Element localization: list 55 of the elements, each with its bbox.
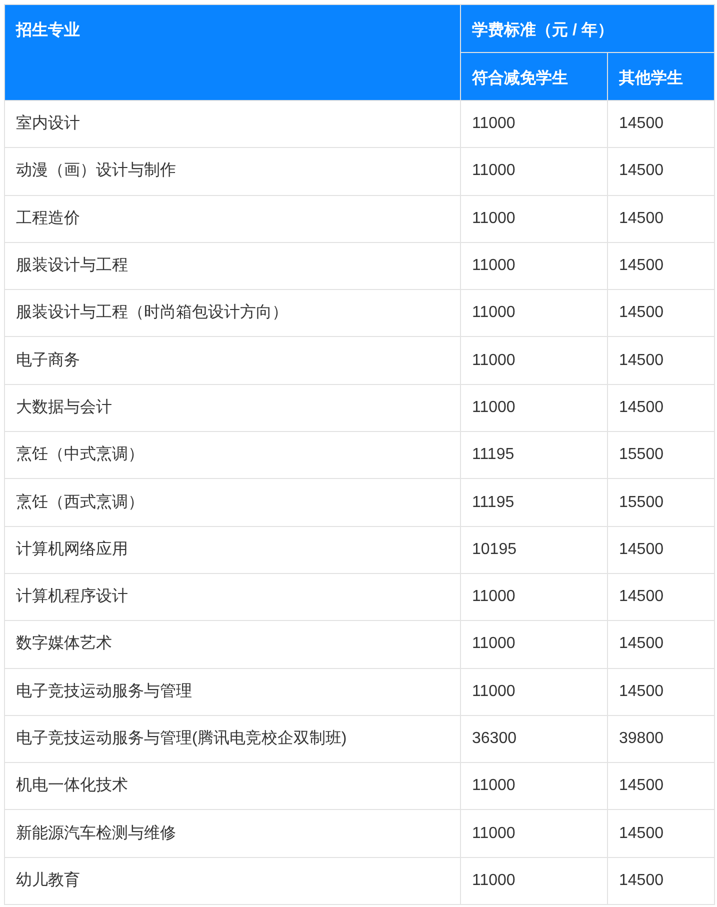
table-cell: 11000 (460, 668, 608, 716)
table-cell: 14500 (608, 526, 714, 574)
table-cell: 动漫（画）设计与制作 (4, 148, 460, 196)
table-cell: 14500 (608, 762, 714, 810)
table-cell: 服装设计与工程（时尚箱包设计方向） (4, 290, 460, 337)
table-cell: 计算机网络应用 (4, 526, 460, 574)
table-cell: 电子商务 (4, 336, 460, 384)
table-cell: 烹饪（中式烹调） (4, 432, 460, 479)
table-cell: 11000 (460, 242, 608, 290)
column-header: 其他学生 (608, 52, 714, 100)
table-cell: 电子竞技运动服务与管理(腾讯电竞校企双制班) (4, 715, 460, 763)
column-header: 招生专业 (4, 4, 460, 100)
table-cell: 14500 (608, 195, 714, 242)
table-cell: 14500 (608, 242, 714, 290)
table-cell: 14500 (608, 810, 714, 858)
table-cell: 14500 (608, 668, 714, 716)
table-cell: 14500 (608, 857, 714, 905)
table-cell: 14500 (608, 573, 714, 621)
table-cell: 11000 (460, 100, 608, 148)
table-cell: 工程造价 (4, 195, 460, 242)
table-cell: 11000 (460, 336, 608, 384)
table-cell: 11000 (460, 810, 608, 858)
table-cell: 15500 (608, 478, 714, 526)
table-cell: 11000 (460, 857, 608, 905)
table-cell: 36300 (460, 715, 608, 763)
table-cell: 11000 (460, 762, 608, 810)
table-cell: 幼儿教育 (4, 857, 460, 905)
table-cell: 电子竞技运动服务与管理 (4, 668, 460, 716)
table-cell: 11000 (460, 620, 608, 668)
table-cell: 新能源汽车检测与维修 (4, 810, 460, 858)
table-cell: 11000 (460, 290, 608, 337)
table-cell: 14500 (608, 336, 714, 384)
table-cell: 15500 (608, 432, 714, 479)
table-cell: 室内设计 (4, 100, 460, 148)
table-cell: 11000 (460, 195, 608, 242)
column-header: 符合减免学生 (460, 52, 608, 100)
table-cell: 大数据与会计 (4, 384, 460, 432)
table-cell: 14500 (608, 620, 714, 668)
table-cell: 14500 (608, 290, 714, 337)
table-cell: 14500 (608, 100, 714, 148)
table-cell: 11000 (460, 148, 608, 196)
table-cell: 机电一体化技术 (4, 762, 460, 810)
table-cell: 烹饪（西式烹调） (4, 478, 460, 526)
table-cell: 14500 (608, 384, 714, 432)
table-cell: 11195 (460, 478, 608, 526)
column-group-header: 学费标准（元 / 年） (460, 4, 714, 52)
table-cell: 计算机程序设计 (4, 573, 460, 621)
table-cell: 14500 (608, 148, 714, 196)
table-cell: 服装设计与工程 (4, 242, 460, 290)
table-cell: 11195 (460, 432, 608, 479)
table-cell: 39800 (608, 715, 714, 763)
table-cell: 11000 (460, 384, 608, 432)
table-cell: 数字媒体艺术 (4, 620, 460, 668)
table-cell: 10195 (460, 526, 608, 574)
table-cell: 11000 (460, 573, 608, 621)
